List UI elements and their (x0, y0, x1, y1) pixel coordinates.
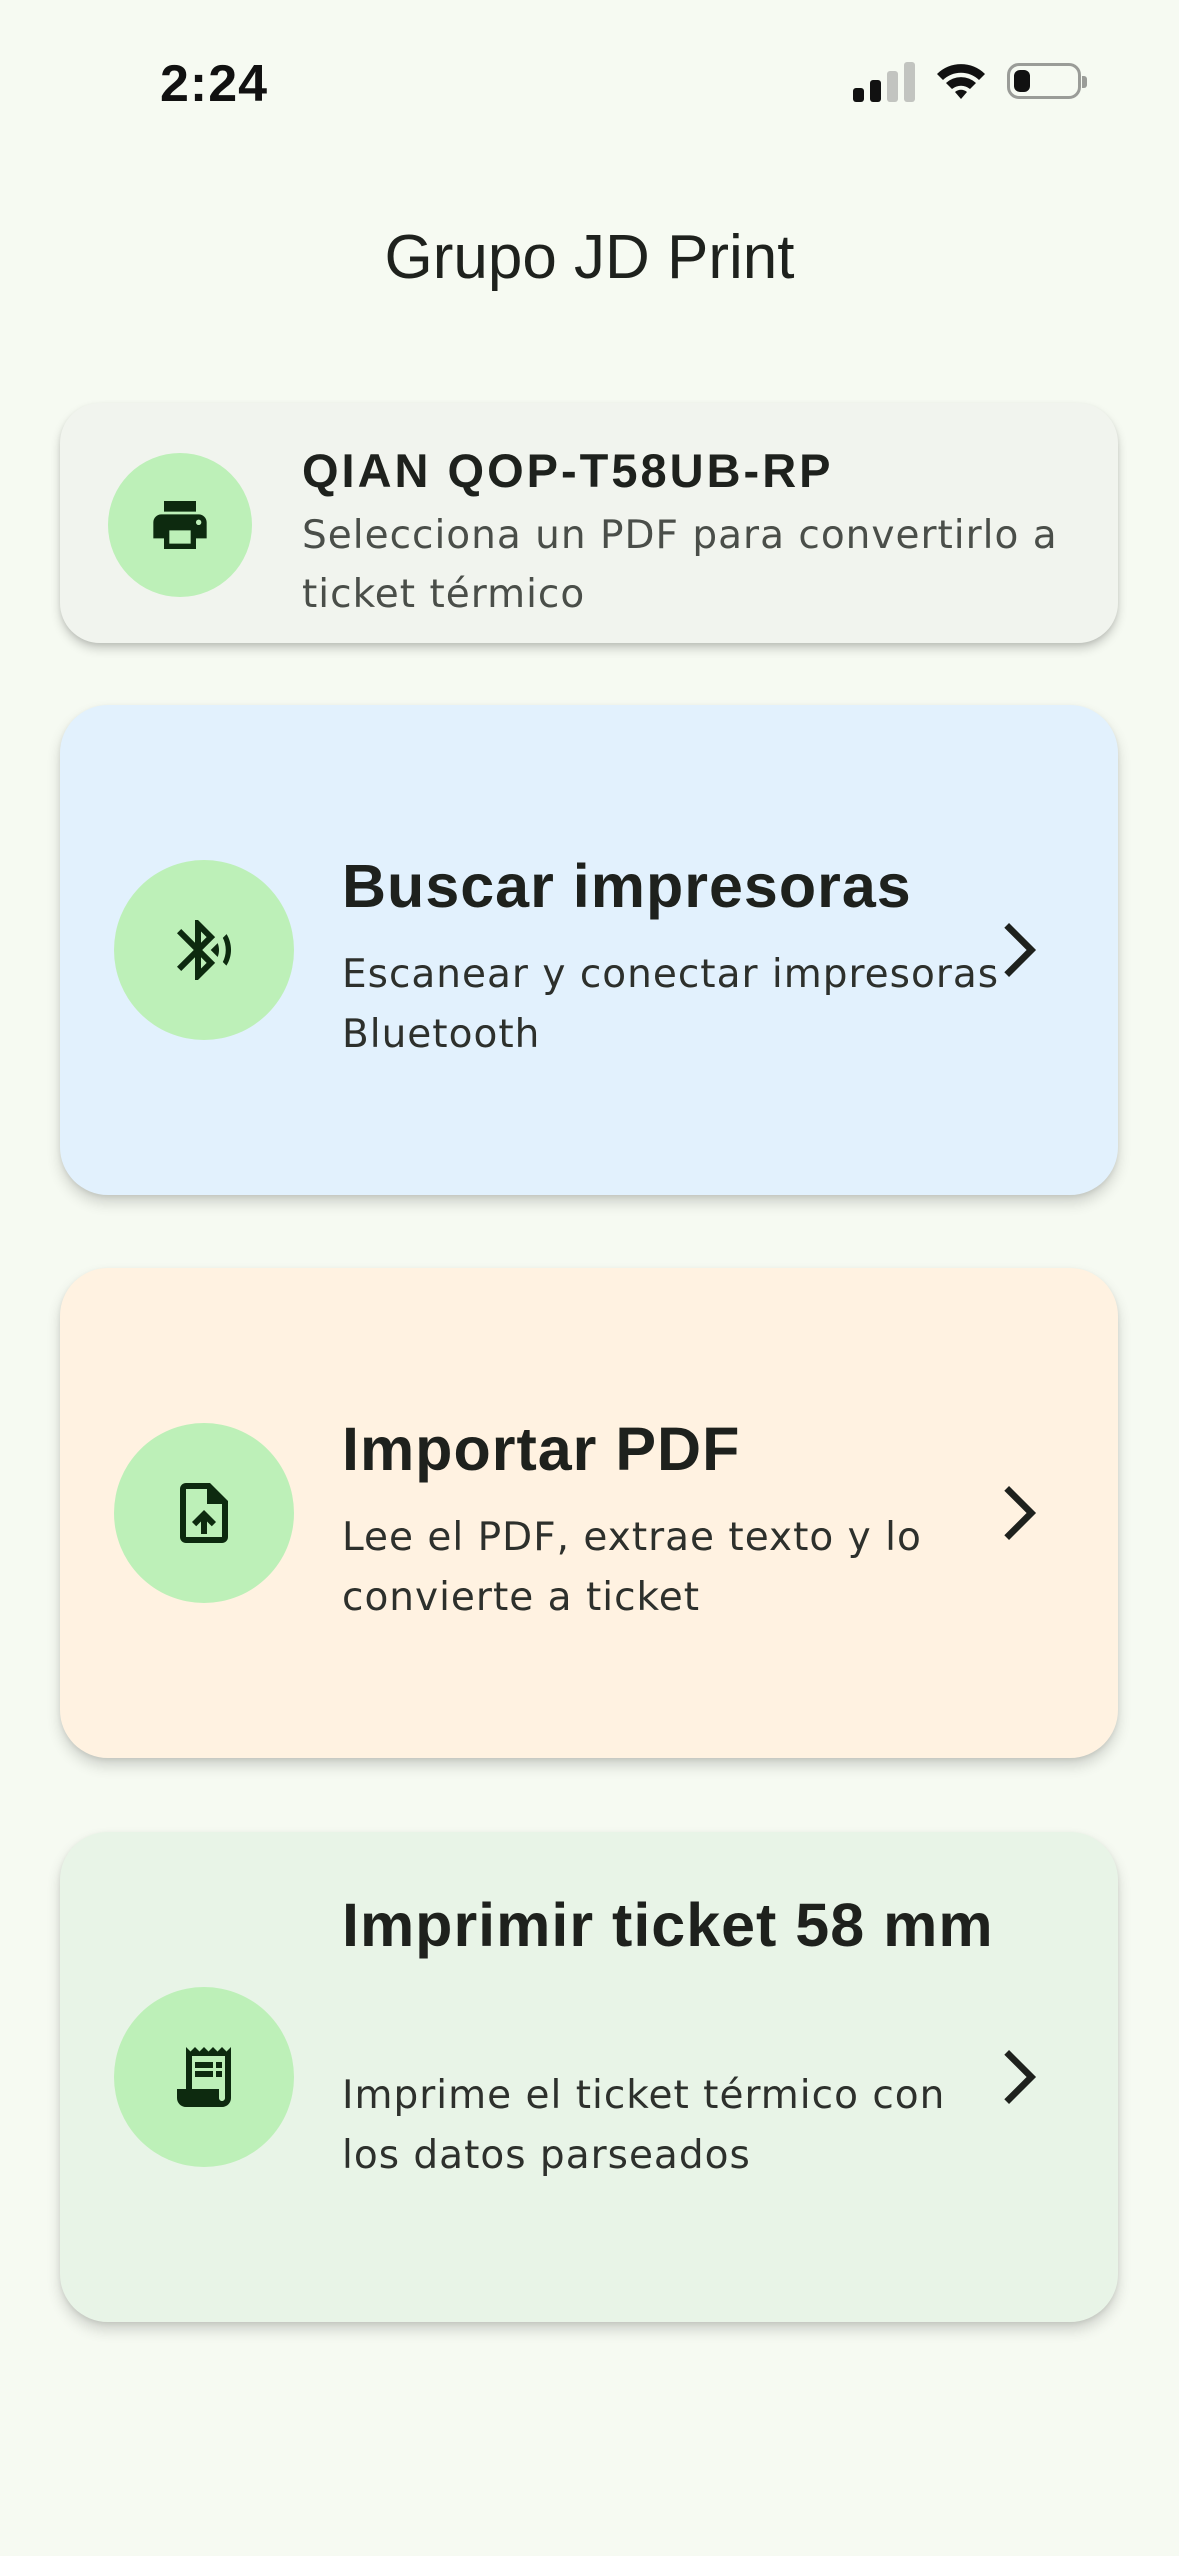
printer-name: QIAN QOP-T58UB-RP (302, 444, 834, 497)
chevron-right-icon (1004, 922, 1037, 978)
file-upload-icon (180, 1483, 228, 1543)
receipt-icon (177, 2047, 231, 2107)
search-printers-card[interactable]: Buscar impresoras Escanear y conectar im… (60, 705, 1118, 1195)
connected-printer-card: QIAN QOP-T58UB-RP Selecciona un PDF para… (60, 403, 1118, 643)
file-upload-icon-circle (114, 1423, 294, 1603)
search-printers-description: Escanear y conectar impresoras Bluetooth (342, 952, 1000, 1057)
status-icons (853, 60, 1087, 102)
cellular-signal-icon (853, 60, 915, 102)
wifi-icon (937, 64, 985, 99)
chevron-right-icon (1004, 2049, 1037, 2105)
chevron-right-icon (1004, 1485, 1037, 1541)
printer-icon-circle (108, 453, 252, 597)
print-ticket-card[interactable]: Imprimir ticket 58 mm Imprime el ticket … (60, 1832, 1118, 2322)
bluetooth-icon-circle (114, 860, 294, 1040)
printer-description: Selecciona un PDF para convertirlo a tic… (302, 513, 1058, 617)
status-time: 2:24 (160, 55, 269, 113)
bluetooth-searching-icon (177, 920, 232, 980)
print-ticket-title: Imprimir ticket 58 mm (342, 1891, 994, 1959)
receipt-icon-circle (114, 1987, 294, 2167)
import-pdf-title: Importar PDF (342, 1415, 741, 1483)
search-printers-title: Buscar impresoras (342, 852, 912, 920)
battery-icon (1007, 63, 1087, 99)
import-pdf-card[interactable]: Importar PDF Lee el PDF, extrae texto y … (60, 1268, 1118, 1758)
printer-icon (153, 501, 207, 549)
print-ticket-description: Imprime el ticket térmico con los datos … (342, 2073, 946, 2178)
app-title: Grupo JD Print (384, 223, 795, 292)
import-pdf-description: Lee el PDF, extrae texto y lo convierte … (342, 1515, 922, 1620)
status-bar: 2:24 (0, 0, 1179, 170)
